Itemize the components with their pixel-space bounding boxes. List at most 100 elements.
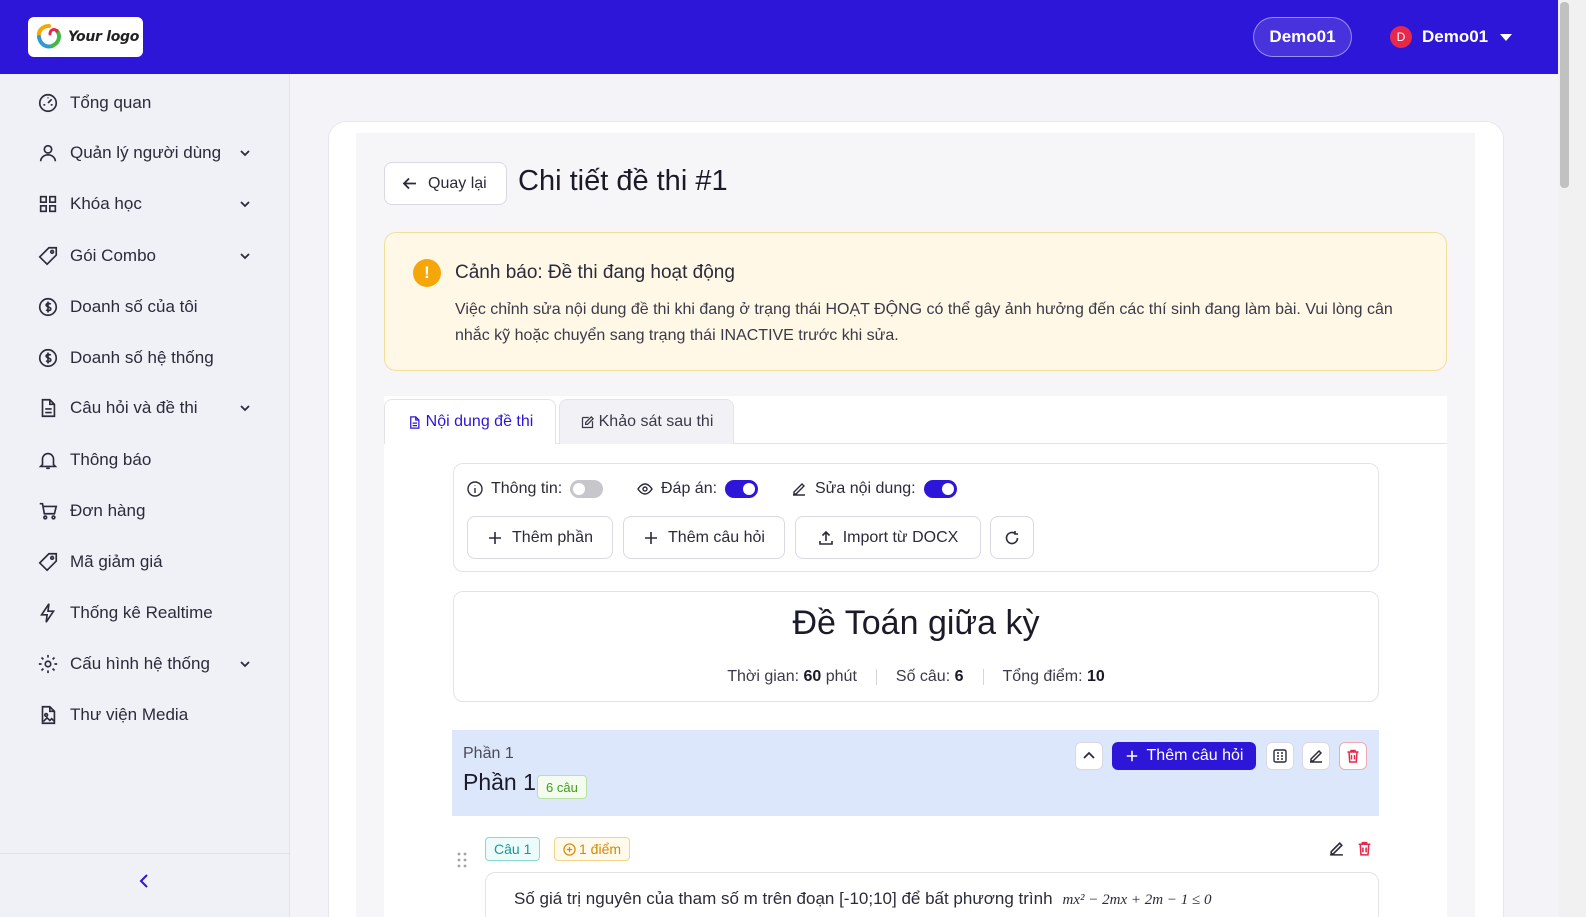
chevron-down-icon bbox=[240, 253, 250, 260]
toggle-label: Đáp án: bbox=[661, 480, 718, 497]
meta-separator bbox=[875, 669, 877, 685]
sidebar-item-my-sales[interactable]: Doanh số của tôi bbox=[37, 295, 267, 319]
edit-square-icon bbox=[581, 415, 594, 428]
sidebar-item-notifications[interactable]: Thông báo bbox=[37, 448, 267, 472]
count-value: 6 bbox=[954, 668, 964, 685]
sidebar-item-label: Gói Combo bbox=[70, 246, 156, 265]
page-title: Chi tiết đề thi #1 bbox=[518, 165, 728, 197]
plus-icon bbox=[1126, 750, 1137, 762]
duration-label: Thời gian: bbox=[727, 668, 800, 685]
section-calculator-button[interactable] bbox=[1266, 742, 1294, 770]
sidebar-item-coupons[interactable]: Mã giảm giá bbox=[37, 550, 267, 574]
add-section-button[interactable]: Thêm phần bbox=[467, 516, 613, 559]
exam-meta: Thời gian: 60 phút Số câu: 6 Tổng điểm: … bbox=[453, 668, 1379, 686]
points-label: 1 điểm bbox=[579, 841, 622, 857]
grid-icon bbox=[39, 195, 57, 213]
plus-icon bbox=[645, 531, 658, 544]
delete-section-button[interactable] bbox=[1339, 742, 1367, 770]
pencil-icon bbox=[793, 483, 805, 496]
calculator-icon bbox=[1273, 749, 1287, 763]
section-title: Phần 1 bbox=[463, 769, 536, 795]
add-question-button[interactable]: Thêm câu hỏi bbox=[623, 516, 785, 559]
plus-circle-icon bbox=[563, 842, 576, 856]
toggle-info[interactable]: Thông tin: bbox=[467, 479, 604, 499]
cart-icon bbox=[39, 502, 58, 520]
button-label: Thêm câu hỏi bbox=[668, 528, 765, 546]
workspace-pill[interactable]: Demo01 bbox=[1253, 17, 1352, 57]
edit-question-icon[interactable] bbox=[1328, 840, 1345, 857]
sidebar-item-orders[interactable]: Đơn hàng bbox=[37, 499, 267, 523]
meta-separator bbox=[982, 669, 984, 685]
sidebar-item-courses[interactable]: Khóa học bbox=[37, 192, 267, 216]
total-value: 10 bbox=[1087, 668, 1105, 685]
alert-body: Việc chỉnh sửa nội dung đề thi khi đang … bbox=[455, 301, 1393, 344]
toggle-answers[interactable]: Đáp án: bbox=[637, 479, 759, 499]
question-math: mx² − 2mx + 2m − 1 ≤ 0 bbox=[1062, 892, 1212, 908]
bell-icon bbox=[38, 452, 58, 470]
user-icon bbox=[39, 144, 57, 162]
edit-section-button[interactable] bbox=[1302, 742, 1330, 770]
back-button[interactable]: Quay lại bbox=[384, 162, 507, 205]
question-number-badge: Câu 1 bbox=[485, 837, 541, 861]
toggle-label: Sửa nội dung: bbox=[815, 480, 916, 497]
sidebar-item-label: Thư viện Media bbox=[70, 705, 189, 724]
alert-title: Cảnh báo: Đề thi đang hoạt động bbox=[455, 262, 735, 283]
drag-handle-icon[interactable] bbox=[456, 851, 468, 869]
page-scrollbar-thumb[interactable] bbox=[1560, 2, 1569, 188]
toggle-edit-content[interactable]: Sửa nội dung: bbox=[791, 479, 957, 499]
pencil-icon bbox=[1310, 749, 1323, 763]
chevron-down-icon bbox=[240, 201, 250, 208]
question-text: Số giá trị nguyên của tham số m trên đoạ… bbox=[514, 889, 1053, 908]
tag-icon bbox=[38, 552, 58, 572]
arrow-left-icon bbox=[402, 177, 416, 190]
collapse-section-button[interactable] bbox=[1075, 742, 1103, 770]
tab-post-exam-survey[interactable]: Khảo sát sau thi bbox=[559, 399, 734, 444]
sidebar-item-overview[interactable]: Tổng quan bbox=[37, 91, 267, 115]
bolt-icon bbox=[40, 603, 56, 623]
logo[interactable]: Your logo bbox=[28, 17, 143, 57]
logo-swirl-icon bbox=[36, 24, 62, 49]
sidebar-item-label: Câu hỏi và đề thi bbox=[70, 398, 198, 417]
refresh-button[interactable] bbox=[990, 516, 1034, 559]
sidebar-item-label: Đơn hàng bbox=[70, 501, 146, 520]
sidebar-item-users[interactable]: Quản lý người dùng bbox=[37, 141, 267, 165]
answers-switch[interactable] bbox=[725, 480, 759, 498]
sidebar-item-combo[interactable]: Gói Combo bbox=[37, 244, 267, 268]
warning-icon: ! bbox=[413, 259, 441, 287]
sidebar-item-realtime-stats[interactable]: Thống kê Realtime bbox=[37, 601, 267, 625]
sidebar-item-system-sales[interactable]: Doanh số hệ thống bbox=[37, 346, 267, 370]
button-label: Thêm phần bbox=[512, 528, 593, 546]
question-body: Số giá trị nguyên của tham số m trên đoạ… bbox=[485, 872, 1379, 917]
refresh-icon bbox=[1005, 530, 1019, 544]
info-icon bbox=[467, 481, 483, 497]
sidebar-item-label: Mã giảm giá bbox=[70, 552, 163, 571]
sidebar-item-questions-exams[interactable]: Câu hỏi và đề thi bbox=[37, 396, 267, 420]
edit-content-switch[interactable] bbox=[923, 480, 957, 498]
collapse-sidebar-icon[interactable] bbox=[136, 872, 152, 890]
section-add-question-button[interactable]: Thêm câu hỏi bbox=[1112, 742, 1256, 770]
top-header: Your logo Demo01 D Demo01 bbox=[0, 0, 1558, 74]
file-text-icon bbox=[409, 415, 420, 429]
chevron-down-icon bbox=[240, 150, 250, 157]
user-menu[interactable]: D Demo01 bbox=[1390, 24, 1513, 50]
import-docx-button[interactable]: Import từ DOCX bbox=[795, 516, 981, 559]
gear-icon bbox=[38, 654, 58, 674]
sidebar-divider bbox=[0, 853, 290, 854]
tab-label: Khảo sát sau thi bbox=[598, 413, 714, 430]
avatar: D bbox=[1390, 26, 1412, 48]
button-label: Import từ DOCX bbox=[842, 528, 959, 546]
sidebar-item-system-config[interactable]: Cấu hình hệ thống bbox=[37, 652, 267, 676]
sidebar-item-media-library[interactable]: Thư viện Media bbox=[37, 703, 267, 727]
sidebar-item-label: Thông báo bbox=[70, 450, 152, 469]
section-subtitle: Phần 1 bbox=[463, 745, 514, 762]
tab-exam-content[interactable]: Nội dung đề thi bbox=[384, 399, 556, 444]
sidebar-item-label: Quản lý người dùng bbox=[70, 143, 222, 162]
button-label: Thêm câu hỏi bbox=[1146, 747, 1244, 764]
plus-icon bbox=[489, 531, 502, 544]
toggle-label: Thông tin: bbox=[491, 480, 563, 497]
question-points-badge: 1 điểm bbox=[554, 837, 631, 861]
count-label: Số câu: bbox=[895, 668, 951, 685]
delete-question-icon[interactable] bbox=[1356, 840, 1373, 857]
sidebar-item-label: Cấu hình hệ thống bbox=[70, 654, 210, 673]
info-switch[interactable] bbox=[570, 480, 604, 498]
